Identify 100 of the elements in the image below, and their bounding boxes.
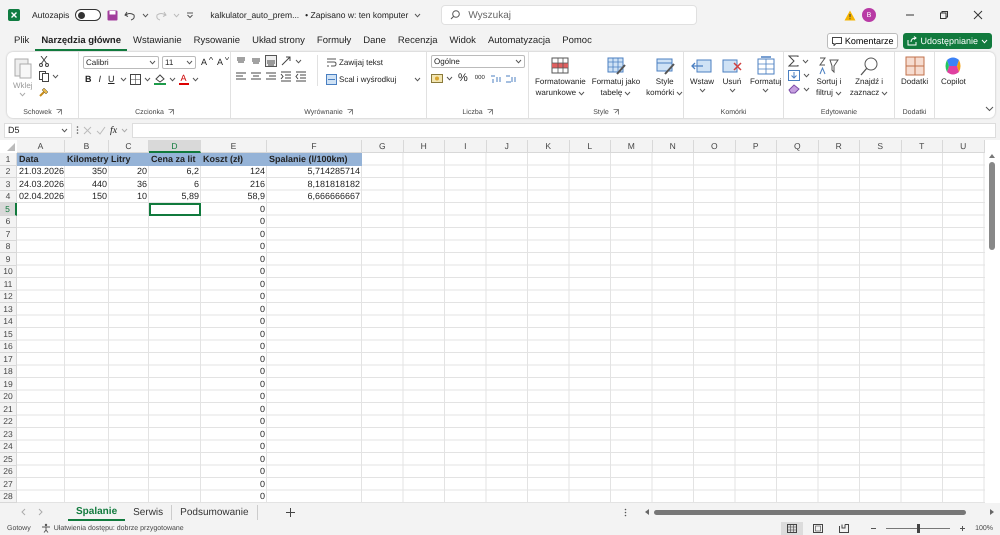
row-header[interactable]: 16 [0,340,17,353]
row-header[interactable]: 8 [0,240,17,253]
number-format-field[interactable]: Ogólne [431,55,525,68]
column-header[interactable]: O [694,140,736,153]
style-button[interactable]: Style komórki [644,55,686,99]
row-header[interactable]: 10 [0,266,17,278]
menu-tab[interactable]: Plik [8,32,36,50]
column-header[interactable]: F [267,140,362,153]
row-header[interactable]: 6 [0,216,17,228]
zoom-in-icon[interactable] [960,526,966,530]
column-header[interactable]: U [943,140,984,153]
sum-icon[interactable] [788,55,799,67]
fill-down-icon[interactable] [788,70,800,81]
column-header[interactable]: B [65,140,109,153]
shrink-font-button[interactable]: A [215,55,232,69]
italic-button[interactable]: I [96,72,104,86]
copilot-button[interactable]: Copilot [939,55,968,88]
add-sheet-icon[interactable] [286,508,295,516]
undo-icon[interactable] [124,10,136,20]
row-header[interactable]: 26 [0,466,17,478]
column-header[interactable]: R [818,140,860,153]
column-header[interactable]: G [362,140,404,153]
column-header[interactable]: J [486,140,528,153]
column-header[interactable]: K [528,140,570,153]
sheet-tab[interactable]: Spalanie [68,504,126,520]
row-header[interactable]: 4 [0,190,17,203]
column-header[interactable]: C [109,140,149,153]
insert-function-button[interactable]: fx [110,124,118,136]
fill-color-icon[interactable] [154,73,166,85]
row-header[interactable]: 12 [0,290,17,303]
find-select-button[interactable]: Znajdź i zaznacz [848,55,890,99]
row-header[interactable]: 13 [0,303,17,316]
row-header[interactable]: 22 [0,416,17,428]
menu-tab[interactable]: Recenzja [392,32,444,50]
column-header[interactable]: Q [777,140,818,153]
column-header[interactable]: H [404,140,445,153]
menu-tab[interactable]: Automatyzacja [482,32,556,50]
format-painter-icon[interactable] [38,86,50,97]
menu-tab[interactable]: Widok [444,32,482,50]
save-icon[interactable] [107,10,118,20]
selected-cell[interactable] [149,203,201,216]
cells-button[interactable]: Wstaw [688,55,716,94]
horizontal-scrollbar[interactable] [624,508,994,516]
row-header[interactable]: 19 [0,378,17,390]
currency-icon[interactable] [431,72,443,84]
style-button[interactable]: Formatuj jako tabelę [590,55,642,99]
orientation-icon[interactable] [280,55,292,67]
font-family-field[interactable]: Calibri [83,56,159,68]
customize-toolbar-icon[interactable] [186,11,194,19]
wrap-text-button[interactable]: Zawijaj tekst [324,55,422,69]
style-button[interactable]: Formatowanie warunkowe [533,55,588,99]
grow-font-button[interactable]: A [199,55,216,69]
menu-tab[interactable]: Układ strony [246,32,311,50]
merge-center-button[interactable]: Scal i wyśrodkuj [324,72,398,86]
copy-icon[interactable] [38,71,49,82]
row-header[interactable]: 24 [0,440,17,453]
menu-tab[interactable]: Rysowanie [188,32,246,50]
row-header[interactable]: 23 [0,428,17,440]
row-header[interactable]: 28 [0,490,17,503]
column-header[interactable]: M [611,140,652,153]
row-header[interactable]: 9 [0,253,17,266]
eraser-icon[interactable] [788,84,800,94]
sort-filter-button[interactable]: Sortuj i filtruj [814,55,844,99]
row-header[interactable]: 20 [0,390,17,403]
comments-button[interactable]: Komentarze [826,33,898,49]
row-header[interactable]: 11 [0,278,17,290]
underline-button[interactable]: U [106,72,117,86]
indent-icon[interactable] [280,70,292,82]
addins-button[interactable]: Dodatki [899,55,930,88]
column-header[interactable]: P [736,140,777,153]
indent-icon[interactable] [295,70,307,82]
menu-tab[interactable]: Dane [357,32,392,50]
column-header[interactable]: E [201,140,267,153]
menu-tab[interactable]: Pomoc [556,32,598,50]
view-button[interactable] [781,522,804,534]
column-header[interactable]: L [570,140,611,153]
collapse-ribbon-icon[interactable] [984,106,994,112]
sheet-tab[interactable]: Serwis [125,504,172,520]
row-header[interactable]: 21 [0,403,17,416]
column-header[interactable]: T [902,140,943,153]
bold-button[interactable]: B [83,72,94,86]
decrease-decimal-icon[interactable] [504,72,517,84]
cut-icon[interactable] [38,56,49,67]
percent-button[interactable]: % [456,71,470,85]
row-header[interactable]: 15 [0,328,17,340]
column-header[interactable]: I [445,140,486,153]
row-header[interactable]: 25 [0,453,17,466]
font-size-field[interactable]: 11 [162,56,196,68]
autosave-toggle[interactable] [75,9,102,21]
zoom-out-icon[interactable] [871,526,876,530]
align-lines-icon[interactable] [265,70,277,82]
row-header[interactable]: 14 [0,316,17,328]
row-header[interactable]: 7 [0,228,17,240]
row-header[interactable]: 27 [0,478,17,490]
row-header[interactable]: 18 [0,366,17,378]
align-lines-icon[interactable] [265,55,277,67]
row-header[interactable]: 2 [0,166,17,178]
row-header[interactable]: 3 [0,178,17,190]
cells-button[interactable]: Formatuj [748,55,784,94]
share-button[interactable]: Udostępnianie [903,33,992,49]
